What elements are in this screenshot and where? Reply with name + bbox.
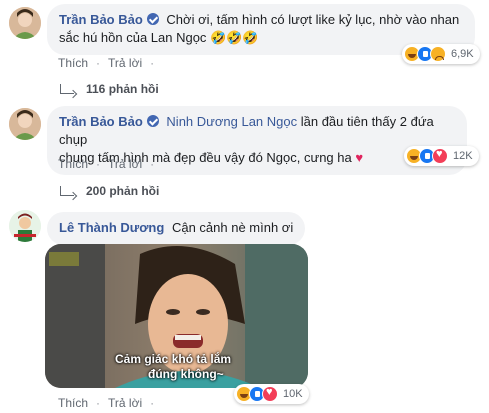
reply-link[interactable]: Trả lời [108, 396, 142, 410]
avatar-image [9, 210, 41, 242]
reaction-count: 12K [453, 150, 473, 162]
comment-text: Chời ơi, tấm hình có lượt like kỷ lục, n… [166, 12, 460, 27]
avatar[interactable] [9, 7, 41, 39]
separator: · [96, 157, 101, 171]
love-icon [262, 386, 278, 402]
reaction-summary[interactable]: 6,9K [402, 44, 480, 64]
reply-arrow-icon [60, 186, 74, 196]
author-name[interactable]: Lê Thành Dương [59, 220, 164, 235]
reply-link[interactable]: Trả lời [108, 157, 142, 171]
avatar[interactable] [9, 108, 41, 140]
like-link[interactable]: Thích [58, 396, 88, 410]
verified-icon [146, 115, 159, 127]
photo-caption-2: đúng không~ [148, 367, 224, 381]
separator: · [96, 56, 101, 70]
view-replies[interactable]: 200 phản hồi [60, 184, 159, 198]
comment-actions: Thích · Trả lời · [58, 396, 162, 410]
like-link[interactable]: Thích [58, 56, 88, 70]
separator: · [150, 396, 155, 410]
photo-caption: Cảm giác khó tả lắm [115, 352, 232, 366]
love-icon [432, 148, 448, 164]
comment-text: Cận cảnh nè mình ơi [171, 220, 294, 235]
replies-count: 200 phản hồi [86, 184, 160, 198]
separator: · [150, 56, 155, 70]
avatar-image [9, 7, 41, 39]
avatar[interactable] [9, 210, 41, 242]
separator: · [150, 157, 155, 171]
heart-icon: ♥ [355, 150, 364, 165]
comment-actions: Thích · Trả lời · [58, 56, 162, 70]
avatar-image [9, 108, 41, 140]
reaction-count: 6,9K [451, 48, 474, 60]
view-replies[interactable]: 116 phản hồi [60, 82, 159, 96]
like-link[interactable]: Thích [58, 157, 88, 171]
reply-arrow-icon [60, 84, 74, 94]
comment-actions: Thích · Trả lời · [58, 157, 162, 171]
comment-bubble: Lê Thành Dương Cận cảnh nè mình ơi [47, 212, 306, 245]
reaction-summary[interactable]: 10K [234, 384, 309, 404]
author-name[interactable]: Trần Bảo Bảo [59, 12, 143, 27]
sad-icon [430, 46, 446, 62]
reaction-summary[interactable]: 12K [404, 146, 479, 166]
author-name[interactable]: Trần Bảo Bảo [59, 114, 143, 129]
verified-icon [146, 13, 159, 25]
replies-count: 116 phản hồi [86, 82, 159, 96]
separator: · [96, 396, 101, 410]
mention-link[interactable]: Ninh Dương Lan Ngọc [166, 114, 297, 129]
comment-text-2: sắc hú hồn của Lan Ngọc 🤣🤣🤣 [59, 30, 259, 45]
reaction-count: 10K [283, 388, 303, 400]
reply-link[interactable]: Trả lời [108, 56, 142, 70]
